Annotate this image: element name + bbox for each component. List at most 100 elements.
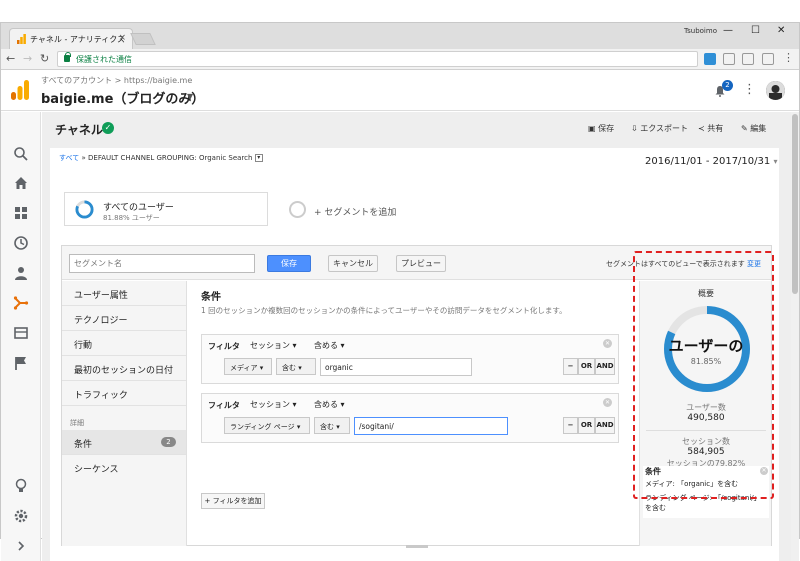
property-selector[interactable]: baigie.me（ブログのみ） [41,88,204,107]
sidebar-item-technology[interactable]: テクノロジー [62,306,186,331]
page-scrollbar[interactable] [791,112,799,561]
home-icon[interactable] [13,175,29,191]
conditions-panel: 条件 1 回のセッションか複数回のセッションかの条件によってユーザーやその訪問デ… [188,281,638,546]
and-button[interactable]: AND [595,358,615,375]
summary-conditions: 条件 ✕ メディア: 「organic」を含む ランディング ページ: 「/so… [643,466,769,518]
close-window-button[interactable]: ✕ [777,25,785,36]
share-button[interactable]: ≺ 共有 [698,123,723,134]
left-nav [1,112,41,561]
change-visibility-link[interactable]: 変更 [747,260,761,268]
dimension-dropdown[interactable]: メディア ▾ [224,358,272,375]
operator-dropdown[interactable]: 含む ▾ [314,417,350,434]
remove-condition-button[interactable]: − [563,417,578,434]
remove-filter-icon[interactable]: ✕ [603,398,612,407]
browser-toolbar: ← → ↻ 保護された通信 ⋮ [1,49,799,70]
extension-capture-icon[interactable] [762,53,774,65]
flag-icon[interactable] [13,355,29,371]
acquisition-icon[interactable] [13,295,29,311]
notification-badge: 2 [722,80,733,91]
lightbulb-icon[interactable] [13,478,29,494]
sidebar-item-behavior[interactable]: 行動 [62,331,186,356]
maximize-button[interactable]: ☐ [751,25,760,36]
account-breadcrumb[interactable]: すべてのアカウント > https://baigie.me [41,75,192,86]
dimension-value: ランディング ページ [230,423,295,431]
or-button[interactable]: OR [578,417,595,434]
summary-ring-label: ユーザーの [668,337,744,355]
sidebar-item-traffic[interactable]: トラフィック [62,381,186,406]
dashboard-icon[interactable] [13,205,29,221]
clock-icon[interactable] [13,235,29,251]
reload-icon[interactable]: ↻ [40,52,49,65]
address-bar[interactable]: 保護された通信 [57,51,698,67]
filter-value-input[interactable]: /sogitani/ [354,417,508,435]
save-report-button[interactable]: ▣ 保存 [588,123,614,134]
save-segment-button[interactable]: 保存 [267,255,311,272]
search-icon[interactable] [13,146,29,162]
browser-window: チャネル - アナリティクス × Tsuboimo — ☐ ✕ ← → ↻ 保護… [0,22,800,561]
summary-condition-1: メディア: 「organic」を含む [645,480,739,488]
gear-icon[interactable] [13,508,29,524]
remove-filter-icon[interactable]: ✕ [603,339,612,348]
breadcrumb-dropdown-icon[interactable]: ▾ [254,154,263,162]
breadcrumb-all-link[interactable]: すべて [59,154,79,162]
new-tab-button[interactable] [130,33,156,45]
add-segment-button[interactable]: + セグメントを追加 [314,205,396,218]
segment-title: すべてのユーザー [103,203,174,213]
avatar[interactable] [766,81,785,100]
summary-conditions-close-icon[interactable]: ✕ [760,467,768,475]
segment-ring-icon [75,200,94,219]
save-report-label: 保存 [598,124,615,133]
remove-condition-button[interactable]: − [563,358,578,375]
extension-minus-icon[interactable] [723,53,735,65]
cancel-button[interactable]: キャンセル [328,255,378,272]
sidebar-item-first-session-date[interactable]: 最初のセッションの日付 [62,356,186,381]
chevron-down-icon[interactable]: ▼ [187,92,193,101]
extension-download-icon[interactable] [742,53,754,65]
filter-value-input[interactable]: organic [320,358,472,376]
filter-scope-dropdown[interactable]: セッション ▾ [250,399,297,410]
segment-editor: 保存 キャンセル プレビュー セグメントはすべてのビューで表示されます 変更 ユ… [61,245,772,546]
minimize-button[interactable]: — [723,25,733,36]
browser-user-name[interactable]: Tsuboimo [684,27,717,35]
filter-scope-dropdown[interactable]: セッション ▾ [250,340,297,351]
add-filter-button[interactable]: + フィルタを追加 [201,493,265,509]
tab-close-icon[interactable]: × [118,33,126,43]
breadcrumb-current: DEFAULT CHANNEL GROUPING: Organic Search [88,154,253,162]
segment-subtitle: 81.88% ユーザー [103,214,160,222]
segment-all-users[interactable]: すべてのユーザー 81.88% ユーザー [64,192,268,226]
chevron-right-icon[interactable] [13,538,29,554]
extension-sync-icon[interactable] [704,53,716,65]
filter-block-1: フィルタ セッション ▾ 含める ▾ ✕ メディア ▾ 含む ▾ organic… [201,334,619,384]
segment-name-input[interactable] [69,254,255,273]
summary-conditions-title: 条件 [645,467,661,476]
sidebar-item-conditions[interactable]: 条件 2 [62,430,186,455]
browser-tab[interactable]: チャネル - アナリティクス × [9,28,133,49]
segment-visibility-note: セグメントはすべてのビューで表示されます 変更 [606,259,761,269]
scrollbar-thumb[interactable] [792,114,798,294]
export-button[interactable]: ⇩ エクスポート [631,123,688,134]
sidebar-item-sequences[interactable]: シーケンス [62,455,186,480]
dimension-dropdown[interactable]: ランディング ページ ▾ [224,417,310,434]
browser-menu-icon[interactable]: ⋮ [783,51,794,64]
date-range-picker[interactable]: 2016/11/01 - 2017/10/31 ▾ [645,156,777,167]
operator-dropdown[interactable]: 含む ▾ [276,358,316,375]
filter-mode-dropdown[interactable]: 含める ▾ [314,399,345,410]
back-arrow-icon[interactable]: ← [6,52,15,65]
forward-arrow-icon[interactable]: → [23,52,32,65]
summary-panel: 概要 ユーザーの 81.85% ユーザー数 490,580 セッション数 584… [639,281,771,546]
more-options-icon[interactable]: ⋮ [743,82,756,97]
analytics-logo-icon [11,80,29,100]
edit-button[interactable]: ✎ 編集 [741,123,766,134]
summary-condition-2: ランディング ページ: 「/sogitani/」を含む [645,494,761,512]
user-icon[interactable] [13,265,29,281]
filter-mode-dropdown[interactable]: 含める ▾ [314,340,345,351]
users-value: 490,580 [687,413,725,423]
add-segment-ring-icon[interactable] [289,201,306,218]
behavior-icon[interactable] [13,325,29,341]
editor-resize-handle[interactable] [406,545,428,548]
and-button[interactable]: AND [595,417,615,434]
sidebar-item-demographics[interactable]: ユーザー属性 [62,281,186,306]
summary-title: 概要 [698,289,714,298]
preview-button[interactable]: プレビュー [396,255,446,272]
or-button[interactable]: OR [578,358,595,375]
